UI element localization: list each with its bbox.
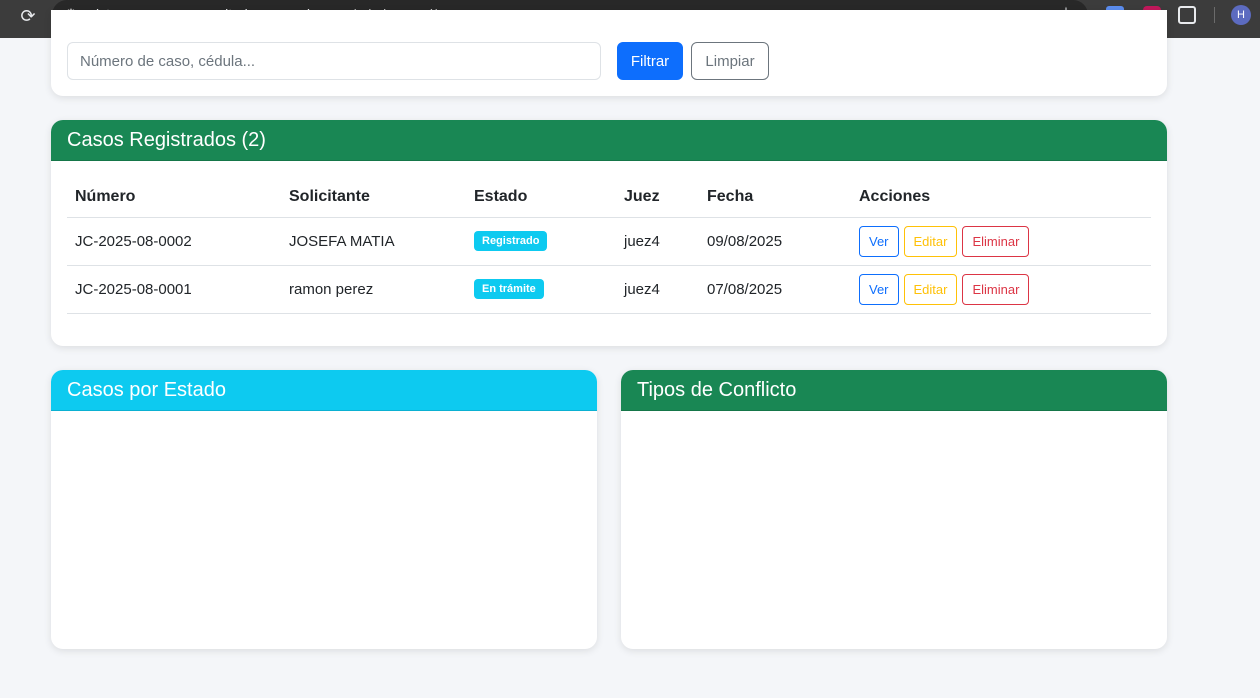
search-input[interactable] bbox=[67, 42, 601, 80]
filter-card: Filtrar Limpiar bbox=[51, 10, 1167, 96]
table-header-row: Número Solicitante Estado Juez Fecha Acc… bbox=[67, 177, 1151, 218]
table-row: JC-2025-08-0001 ramon perez En trámite j… bbox=[67, 265, 1151, 314]
case-status-cell: En trámite bbox=[466, 265, 616, 314]
column-header-estado: Estado bbox=[466, 177, 616, 218]
edit-button[interactable]: Editar bbox=[903, 225, 958, 257]
case-date: 09/08/2025 bbox=[699, 217, 851, 266]
case-actions: Ver Editar Eliminar bbox=[851, 217, 1151, 266]
status-badge: Registrado bbox=[474, 231, 548, 251]
cases-by-state-title: Casos por Estado bbox=[51, 370, 597, 411]
case-date: 07/08/2025 bbox=[699, 265, 851, 314]
delete-button[interactable]: Eliminar bbox=[962, 225, 1030, 257]
status-badge: En trámite bbox=[474, 279, 544, 299]
cases-card-title: Casos Registrados (2) bbox=[51, 120, 1167, 161]
extensions-puzzle-icon[interactable] bbox=[1178, 6, 1196, 24]
cases-table: Número Solicitante Estado Juez Fecha Acc… bbox=[67, 177, 1151, 314]
conflict-types-card: Tipos de Conflicto bbox=[621, 370, 1167, 649]
view-button[interactable]: Ver bbox=[859, 225, 899, 257]
case-applicant: ramon perez bbox=[281, 265, 466, 314]
table-row: JC-2025-08-0002 JOSEFA MATIA Registrado … bbox=[67, 217, 1151, 266]
column-header-fecha: Fecha bbox=[699, 177, 851, 218]
column-header-acciones: Acciones bbox=[851, 177, 1151, 218]
case-judge: juez4 bbox=[616, 217, 699, 266]
reload-icon[interactable]: ⟳ bbox=[16, 5, 40, 29]
case-number: JC-2025-08-0002 bbox=[67, 217, 281, 266]
case-number: JC-2025-08-0001 bbox=[67, 265, 281, 314]
column-header-juez: Juez bbox=[616, 177, 699, 218]
case-judge: juez4 bbox=[616, 265, 699, 314]
toolbar-divider bbox=[1214, 7, 1215, 23]
edit-button[interactable]: Editar bbox=[903, 273, 958, 305]
conflict-types-title: Tipos de Conflicto bbox=[621, 370, 1167, 411]
case-actions: Ver Editar Eliminar bbox=[851, 265, 1151, 314]
column-header-solicitante: Solicitante bbox=[281, 177, 466, 218]
filter-button[interactable]: Filtrar bbox=[617, 42, 683, 80]
delete-button[interactable]: Eliminar bbox=[962, 273, 1030, 305]
column-header-numero: Número bbox=[67, 177, 281, 218]
case-applicant: JOSEFA MATIA bbox=[281, 217, 466, 266]
cases-card: Casos Registrados (2) Número Solicitante… bbox=[51, 120, 1167, 346]
view-button[interactable]: Ver bbox=[859, 273, 899, 305]
clear-button[interactable]: Limpiar bbox=[691, 42, 769, 80]
profile-avatar[interactable]: H bbox=[1231, 5, 1251, 25]
cases-by-state-card: Casos por Estado bbox=[51, 370, 597, 649]
case-status-cell: Registrado bbox=[466, 217, 616, 266]
